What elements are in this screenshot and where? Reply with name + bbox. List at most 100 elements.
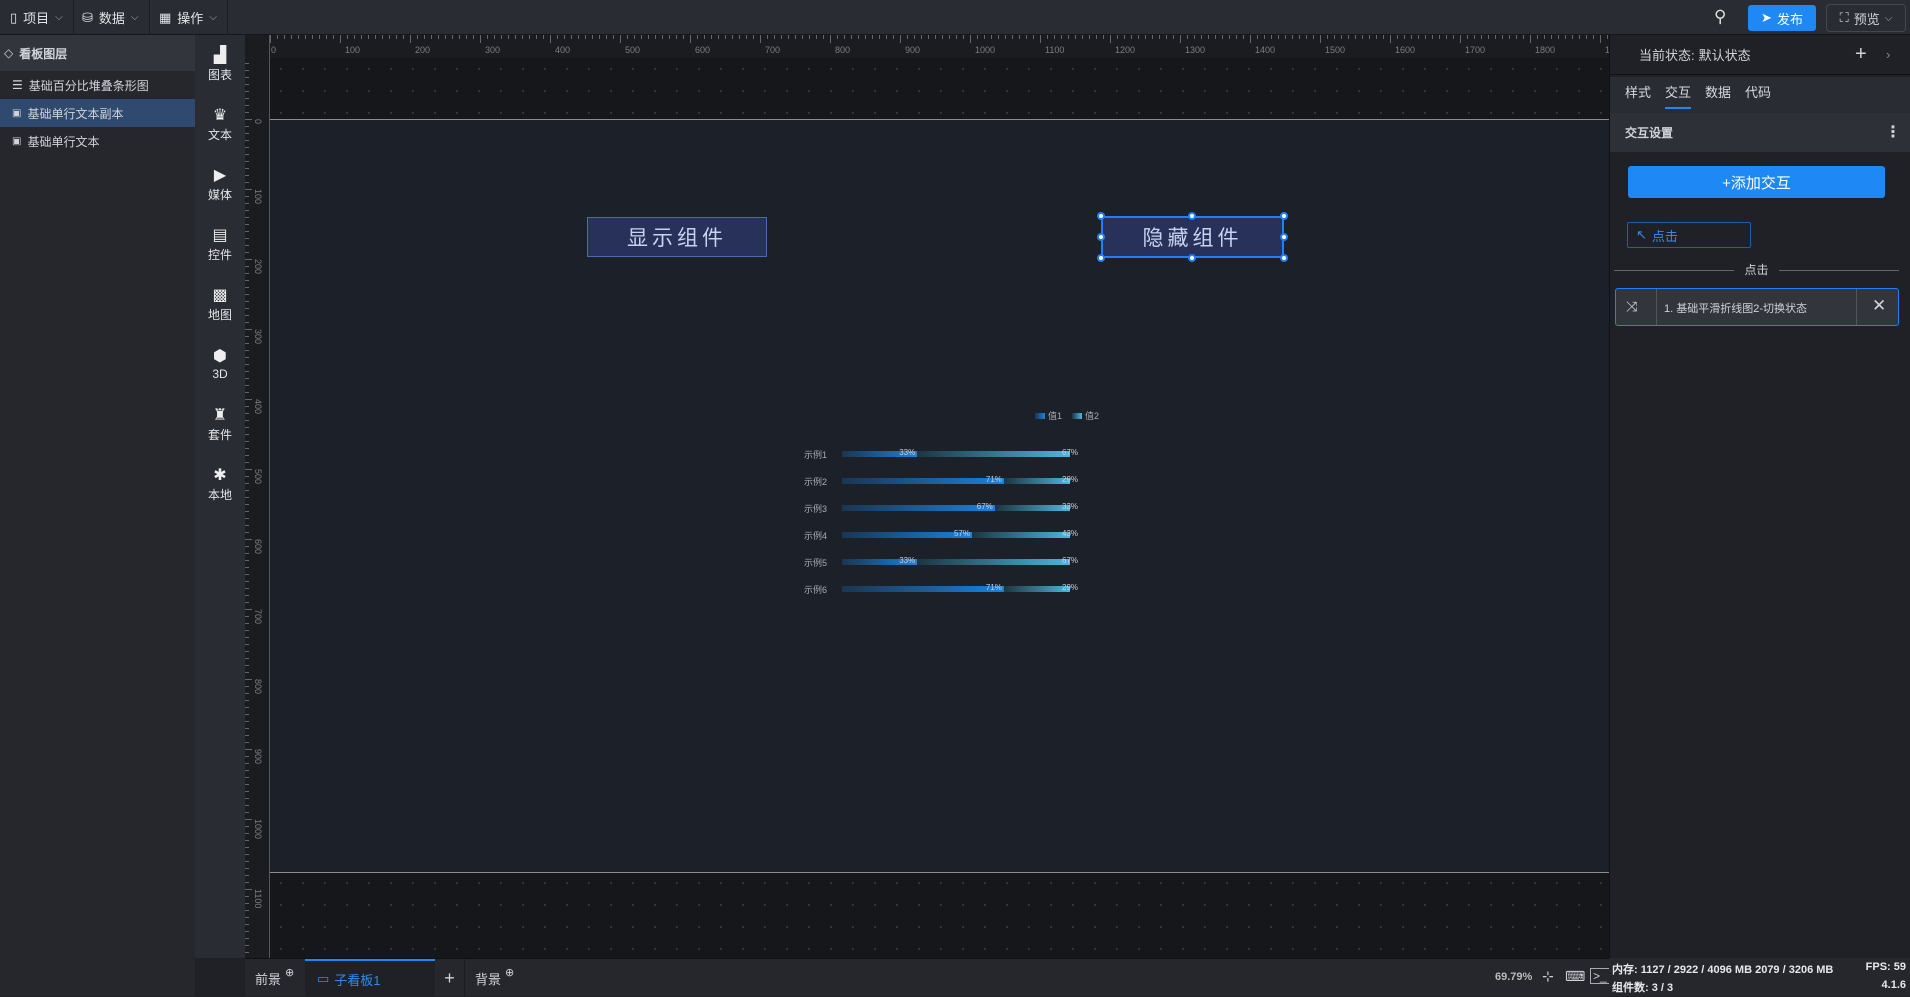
event-select[interactable]: ↖ 点击	[1627, 222, 1751, 248]
chevron-right-icon[interactable]: ›	[1886, 47, 1890, 62]
resize-handle[interactable]	[1280, 254, 1288, 262]
ruler-tick	[697, 35, 698, 39]
ruler-tick	[245, 686, 249, 687]
tab-code[interactable]: 代码	[1745, 77, 1771, 109]
tool-cube[interactable]: ⬢ 3D	[195, 335, 245, 395]
puzzle-icon: ✱	[213, 466, 227, 484]
resize-handle[interactable]	[1188, 212, 1196, 220]
tool-text-crown[interactable]: ♛ 文本	[195, 95, 245, 155]
bar-value2[interactable]	[1003, 586, 1070, 592]
tab-background[interactable]: 背景 ⊕	[467, 959, 527, 997]
ruler-tick	[1544, 35, 1545, 39]
tab-interaction[interactable]: 交互	[1665, 77, 1692, 109]
ruler-tick	[1089, 35, 1090, 39]
add-circle-icon[interactable]: ⊕	[285, 966, 294, 979]
ruler-tick	[368, 35, 369, 39]
chart-row: 示例3 67% 33%	[790, 502, 1110, 514]
ruler-label: 0	[253, 119, 263, 125]
action-item[interactable]: ⤨ 1. 基础平滑折线图2-切换状态 ✕	[1615, 288, 1899, 326]
preview-button[interactable]: ⛶ 预览 ⌵	[1826, 4, 1906, 32]
bar-value2[interactable]	[917, 559, 1070, 565]
layer-item[interactable]: ▣ 基础单行文本副本	[0, 99, 195, 127]
ruler-tick	[1348, 35, 1349, 39]
tab-sub-board[interactable]: ▭ 子看板1	[305, 959, 435, 997]
ruler-tick	[291, 35, 292, 39]
ruler-label: 900	[253, 749, 263, 765]
tab-data[interactable]: 数据	[1705, 77, 1731, 109]
resize-handle[interactable]	[1188, 254, 1196, 262]
tool-puzzle[interactable]: ✱ 本地	[195, 455, 245, 515]
add-state-icon[interactable]: +	[1855, 43, 1867, 66]
fit-screen-icon[interactable]: ⊹	[1542, 968, 1554, 985]
bar-value1[interactable]	[842, 478, 1004, 484]
state-row: 当前状态: 默认状态 + ›	[1610, 35, 1910, 75]
hide-component-button[interactable]: 隐藏组件	[1101, 216, 1284, 258]
vertical-ruler[interactable]: 0 100 200 300 400 500 600 700 800 900 1000 1100	[245, 35, 270, 958]
resize-handle[interactable]	[1280, 212, 1288, 220]
state-value[interactable]: 默认状态	[1699, 45, 1751, 64]
zoom-level[interactable]: 69.79%	[1495, 971, 1532, 983]
bar-value2[interactable]	[971, 532, 1070, 538]
tool-media[interactable]: ▶ 媒体	[195, 155, 245, 215]
ruler-tick	[543, 35, 544, 39]
ruler-tick	[1131, 35, 1132, 39]
ruler-tick	[1096, 35, 1097, 39]
horizontal-ruler[interactable]: 0 100 200 300 400 500 600 700 800 900 1000 1100 1200…	[245, 35, 1625, 58]
ruler-tick	[1138, 35, 1139, 39]
search-icon[interactable]: ⚲	[1714, 7, 1726, 27]
ruler-tick	[494, 35, 495, 39]
resize-handle[interactable]	[1280, 233, 1288, 241]
ruler-tick	[245, 238, 249, 239]
resize-handle[interactable]	[1097, 254, 1105, 262]
resize-handle[interactable]	[1097, 233, 1105, 241]
category-label: 示例2	[804, 477, 828, 487]
percent-stacked-bar-chart[interactable]: 值1 值2 示例1 33% 67% 示例2 71% 29% 示例3 67% 33% 示例4 57% 4…	[790, 400, 1110, 600]
chart-row: 示例5 33% 67%	[790, 556, 1110, 568]
publish-button[interactable]: ➤ 发布	[1748, 5, 1816, 31]
ruler-tick	[326, 35, 327, 39]
ruler-tick	[1026, 35, 1027, 39]
ruler-tick	[592, 35, 593, 39]
menu-project[interactable]: ▯ 项目 ⌵	[0, 0, 74, 35]
terminal-icon[interactable]: >_	[1590, 968, 1610, 984]
resize-handle[interactable]	[1097, 212, 1105, 220]
add-circle-icon[interactable]: ⊕	[505, 966, 514, 979]
ruler-tick	[245, 945, 249, 946]
layer-item[interactable]: ▣ 基础单行文本	[0, 127, 195, 155]
tab-foreground[interactable]: 前景 ⊕	[245, 959, 305, 997]
keyboard-icon[interactable]: ⌨	[1565, 968, 1585, 985]
ruler-tick	[634, 35, 635, 39]
bar-value1[interactable]	[842, 505, 995, 511]
add-tab-icon[interactable]: +	[435, 959, 465, 997]
ruler-tick	[245, 245, 249, 246]
ruler-tick	[739, 35, 740, 39]
menu-operation[interactable]: ▦ 操作 ⌵	[149, 0, 228, 35]
bar-value1[interactable]	[842, 586, 1004, 592]
menu-data[interactable]: ⛁ 数据 ⌵	[72, 0, 150, 35]
shuffle-icon: ⤨	[1626, 298, 1638, 314]
ruler-tick	[245, 532, 249, 533]
ruler-tick	[1278, 35, 1279, 39]
tool-map[interactable]: ▩ 地图	[195, 275, 245, 335]
tool-label: 套件	[207, 427, 232, 442]
bar-value2[interactable]	[994, 505, 1070, 511]
ruler-tick	[245, 182, 249, 183]
ruler-tick	[1033, 35, 1034, 39]
tab-style[interactable]: 样式	[1625, 77, 1651, 109]
layer-item[interactable]: ☰ 基础百分比堆叠条形图	[0, 71, 195, 99]
add-interaction-button[interactable]: +添加交互	[1628, 166, 1885, 198]
bar-value2[interactable]	[1003, 478, 1070, 484]
bar-value2[interactable]	[917, 451, 1070, 457]
show-component-button[interactable]: 显示组件	[587, 217, 767, 257]
ruler-tick	[245, 476, 249, 477]
ruler-tick	[935, 35, 936, 39]
more-icon[interactable]: ⋮	[1885, 122, 1901, 142]
ruler-tick	[1173, 35, 1174, 39]
close-icon[interactable]: ✕	[1872, 296, 1886, 316]
ruler-tick	[245, 833, 249, 834]
tool-chart[interactable]: ▟ 图表	[195, 35, 245, 95]
tool-shirt[interactable]: ♜ 套件	[195, 395, 245, 455]
ruler-tick	[245, 805, 249, 806]
tool-widget[interactable]: ▤ 控件	[195, 215, 245, 275]
bar-value1[interactable]	[842, 532, 972, 538]
